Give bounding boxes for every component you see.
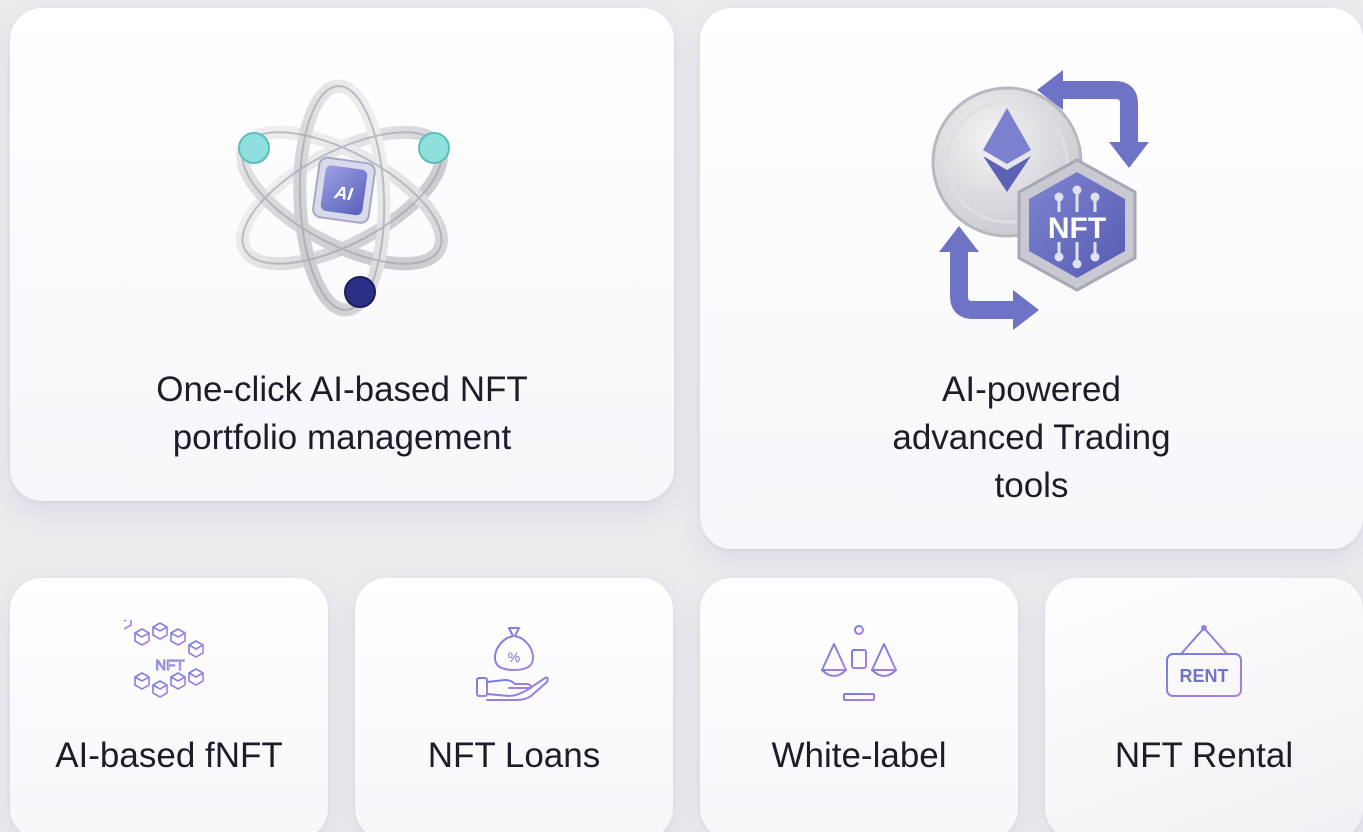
balance-scale-icon bbox=[821, 625, 897, 705]
nft-hex-label: NFT bbox=[1047, 212, 1105, 245]
card-title-line-2: advanced Trading bbox=[892, 418, 1171, 457]
card-ai-based-fnft[interactable]: NFT AI-based fNFT bbox=[10, 578, 328, 832]
percent-label: % bbox=[508, 649, 520, 665]
card-title-line-1: One-click AI-based NFT bbox=[156, 370, 528, 409]
rent-sign-label: RENT bbox=[1180, 666, 1229, 686]
card-title: AI-based fNFT bbox=[55, 736, 283, 775]
money-bag-hand-icon: % bbox=[476, 627, 549, 701]
nft-cubes-icon: NFT bbox=[124, 620, 204, 698]
card-ai-trading-tools[interactable]: NFT AI-powered advanced Trading tools bbox=[700, 8, 1363, 549]
features-grid: AI One-click AI-based NFT portfolio mana… bbox=[0, 0, 1363, 832]
eth-nft-exchange-icon: NFT bbox=[931, 70, 1149, 330]
card-title-line-3: tools bbox=[994, 466, 1069, 505]
card-title-line-2: portfolio management bbox=[172, 418, 512, 457]
card-white-label[interactable]: White-label bbox=[700, 578, 1018, 832]
card-title-line-1: AI-powered bbox=[942, 370, 1121, 409]
card-title: NFT Rental bbox=[1114, 736, 1294, 775]
rent-sign-icon: RENT bbox=[1166, 625, 1242, 697]
card-ai-portfolio-management[interactable]: AI One-click AI-based NFT portfolio mana… bbox=[10, 8, 674, 501]
card-nft-loans[interactable]: % NFT Loans bbox=[355, 578, 673, 832]
nft-cubes-label: NFT bbox=[155, 657, 184, 674]
card-nft-rental[interactable]: RENT NFT Rental bbox=[1045, 578, 1363, 832]
card-title: NFT Loans bbox=[427, 736, 601, 775]
card-title: One-click AI-based NFT portfolio managem… bbox=[156, 366, 528, 462]
card-title: White-label bbox=[771, 736, 947, 775]
atom-ai-icon: AI bbox=[236, 79, 450, 317]
ai-chip-label: AI bbox=[332, 182, 355, 205]
card-title: AI-powered advanced Trading tools bbox=[892, 366, 1170, 510]
